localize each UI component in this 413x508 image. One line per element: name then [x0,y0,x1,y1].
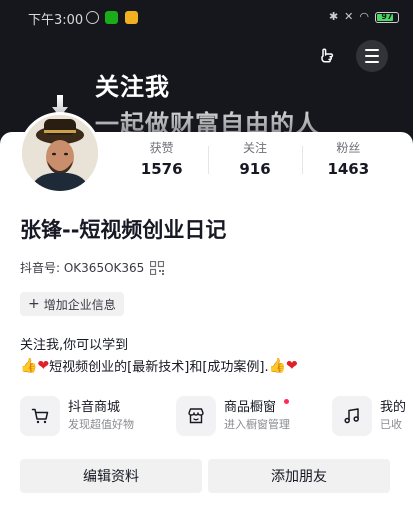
stat-following[interactable]: 关注 916 [208,140,301,180]
message-icon [125,11,138,24]
heart-icon: ❤ [286,357,298,374]
bio-line-2: 👍 ❤ 短视频创业的[最新技术]和[成功案例]. 👍 ❤ [20,356,298,376]
add-business-info-label: 增加企业信息 [43,297,116,312]
notification-dot [284,399,289,404]
douyin-id-text: 抖音号: OK365OK365 [20,261,145,275]
bio-line-1: 关注我,你可以学到 [20,338,129,353]
wechat-icon [105,11,118,24]
douyin-id: 抖音号: OK365OK365 [20,259,165,276]
stat-label: 关注 [242,141,267,155]
status-time: 下午3:00 [28,13,84,28]
shortcut-title: 我的 [380,400,407,415]
menu-button[interactable] [356,40,388,72]
thumbs-up-icon: 👍 [20,357,38,374]
shortcut-title: 商品橱窗 [224,400,277,415]
shortcut-subtitle: 进入橱窗管理 [224,418,290,431]
shortcut-subtitle: 已收 [380,418,402,431]
stat-value: 1463 [327,160,370,178]
qr-code-icon[interactable] [150,260,165,275]
mute-icon: ✕ [344,10,354,23]
music-note-icon [332,396,372,436]
stat-value: 1576 [140,160,183,178]
bluetooth-icon: ✱ [328,10,339,23]
shortcut-product-showcase[interactable]: 商品橱窗 进入橱窗管理 [176,392,290,440]
shortcut-my-collection[interactable]: 我的 已收 [332,392,406,440]
alarm-icon [86,11,99,24]
profile-stats: 获赞 1576 关注 916 粉丝 1463 [115,140,395,180]
banner-headline: 关注我 [95,72,170,101]
storefront-icon [176,396,216,436]
shortcut-subtitle: 发现超值好物 [68,418,134,431]
profile-name: 张锋--短视频创业日记 [20,218,227,242]
battery-level: 97 [381,11,393,21]
stat-likes[interactable]: 获赞 1576 [115,140,208,180]
bio-line-2-text: 短视频创业的[最新技术]和[成功案例]. [49,360,269,375]
shortcuts-row: 抖音商城 发现超值好物 商品橱窗 进入橱窗管理 我的 已收 [20,392,413,440]
edit-profile-button[interactable]: 编辑资料 [20,459,202,493]
stat-value: 916 [239,160,271,178]
heart-icon: ❤ [37,357,50,374]
battery-icon: 97 [375,11,399,23]
stat-label: 粉丝 [336,141,361,155]
plus-icon: + [28,296,40,312]
wifi-icon: ◠ [359,10,369,23]
shortcut-title: 抖音商城 [68,400,121,415]
menu-icon [365,49,379,51]
avatar[interactable] [19,112,101,194]
hand-icon[interactable] [311,40,343,72]
stat-followers[interactable]: 粉丝 1463 [301,140,395,180]
status-bar: 下午3:00 ✱ ✕ ◠ 97 [0,0,413,34]
thumbs-up-icon: 👍 [268,357,287,374]
stat-label: 获赞 [149,141,174,155]
add-business-info-button[interactable]: + 增加企业信息 [20,292,124,316]
add-friend-button[interactable]: 添加朋友 [208,459,390,493]
shortcut-douyin-mall[interactable]: 抖音商城 发现超值好物 [20,392,134,440]
cart-icon [20,396,60,436]
status-right-icons: ✱ ✕ ◠ 97 [329,11,399,23]
